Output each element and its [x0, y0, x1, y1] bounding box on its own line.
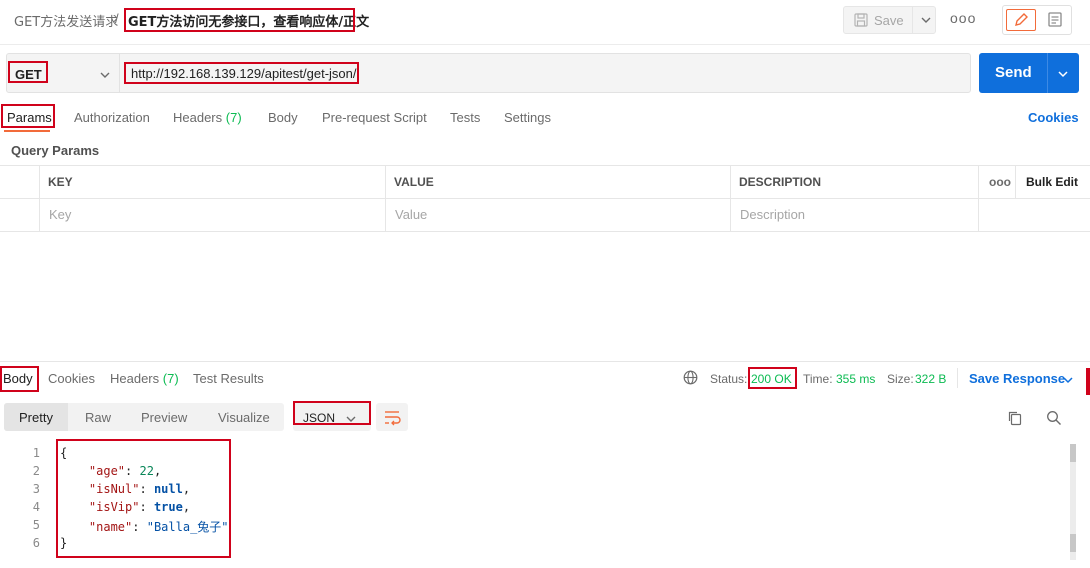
search-icon[interactable]	[1046, 410, 1062, 429]
key-input[interactable]: Key	[49, 207, 71, 222]
table-border-top	[0, 165, 1090, 166]
table-border-header	[0, 198, 1090, 199]
format-select[interactable]: JSON	[293, 403, 371, 431]
annotation-box	[56, 439, 231, 558]
save-response-button[interactable]: Save Response	[969, 371, 1065, 386]
response-tab-headers[interactable]: Headers (7)	[110, 371, 179, 386]
code-line: }	[60, 536, 68, 550]
view-mode-group: Pretty Raw Preview Visualize	[4, 403, 284, 431]
chevron-down-icon[interactable]	[1062, 374, 1074, 389]
column-header-key: KEY	[48, 175, 73, 189]
tab-authorization[interactable]: Authorization	[74, 110, 150, 125]
tab-params[interactable]: Params	[7, 110, 52, 125]
scrollbar-thumb[interactable]	[1070, 444, 1076, 462]
tab-headers[interactable]: Headers (7)	[173, 110, 242, 125]
code-line: {	[60, 446, 68, 460]
save-label: Save	[874, 13, 904, 28]
code-line: "isVip": true,	[88, 500, 191, 514]
view-visualize[interactable]: Visualize	[218, 410, 270, 425]
save-icon	[854, 13, 868, 30]
mode-switcher	[1002, 5, 1072, 35]
request-title[interactable]: GET方法访问无参接口，查看响应体/正文	[128, 11, 369, 30]
scrollbar-thumb[interactable]	[1070, 534, 1076, 552]
value-input[interactable]: Value	[395, 207, 427, 222]
code-line: "isNul": null,	[88, 482, 191, 496]
column-header-description: DESCRIPTION	[739, 175, 822, 189]
code-line: "name": "Balla_兔子"	[88, 520, 229, 534]
breadcrumb-parent[interactable]: GET方法发送请求	[14, 11, 118, 30]
line-number: 6	[32, 536, 40, 550]
column-header-value: VALUE	[394, 175, 434, 189]
size-value[interactable]: 322 B	[915, 372, 946, 386]
view-preview[interactable]: Preview	[141, 410, 187, 425]
tab-tests[interactable]: Tests	[450, 110, 480, 125]
header-divider	[0, 44, 1090, 45]
copy-icon[interactable]	[1007, 410, 1023, 429]
time-label: Time:	[803, 372, 833, 386]
url-input[interactable]: http://192.168.139.129/apitest/get-json/	[131, 66, 357, 81]
response-tab-test-results[interactable]: Test Results	[193, 371, 264, 386]
more-icon[interactable]: ooo	[950, 10, 976, 26]
query-params-title: Query Params	[11, 143, 100, 158]
size-label: Size:	[887, 372, 914, 386]
chevron-down-icon[interactable]	[99, 69, 111, 84]
description-input[interactable]: Description	[740, 207, 805, 222]
line-number: 5	[32, 518, 40, 532]
save-button[interactable]: Save	[843, 6, 936, 34]
table-border-bottom	[0, 231, 1090, 232]
tab-settings[interactable]: Settings	[504, 110, 551, 125]
cookies-link[interactable]: Cookies	[1028, 110, 1079, 125]
more-icon[interactable]: ooo	[989, 175, 1011, 189]
line-number: 3	[32, 482, 40, 496]
bulk-edit-button[interactable]: Bulk Edit	[1026, 175, 1078, 189]
tab-pre-request-script[interactable]: Pre-request Script	[322, 110, 427, 125]
send-button[interactable]: Send	[979, 53, 1079, 93]
view-pretty[interactable]: Pretty	[19, 410, 53, 425]
view-raw[interactable]: Raw	[85, 410, 111, 425]
send-label: Send	[995, 64, 1032, 81]
response-tab-cookies[interactable]: Cookies	[48, 371, 95, 386]
status-label: Status:	[710, 372, 748, 386]
chevron-down-icon	[345, 413, 357, 428]
breadcrumb-separator: /	[115, 11, 119, 26]
tab-body[interactable]: Body	[268, 110, 298, 125]
format-label: JSON	[303, 411, 336, 425]
response-divider	[0, 361, 1090, 362]
line-number: 2	[32, 464, 40, 478]
time-value[interactable]: 355 ms	[836, 372, 875, 386]
chevron-down-icon[interactable]	[1057, 68, 1069, 83]
active-tab-indicator	[4, 130, 50, 132]
chevron-down-icon[interactable]	[920, 14, 932, 29]
response-tab-body[interactable]: Body	[3, 371, 33, 386]
annotation-box	[1086, 368, 1090, 395]
code-line: "age": 22,	[88, 464, 162, 478]
line-number: 4	[32, 500, 40, 514]
line-number: 1	[32, 446, 40, 460]
word-wrap-icon[interactable]	[376, 403, 408, 431]
globe-icon[interactable]	[683, 370, 698, 388]
request-bar: GET http://192.168.139.129/apitest/get-j…	[6, 53, 971, 93]
method-select[interactable]: GET	[15, 67, 42, 82]
status-value[interactable]: 200 OK	[751, 372, 792, 386]
documentation-icon[interactable]	[1040, 9, 1070, 31]
edit-icon[interactable]	[1006, 9, 1036, 31]
